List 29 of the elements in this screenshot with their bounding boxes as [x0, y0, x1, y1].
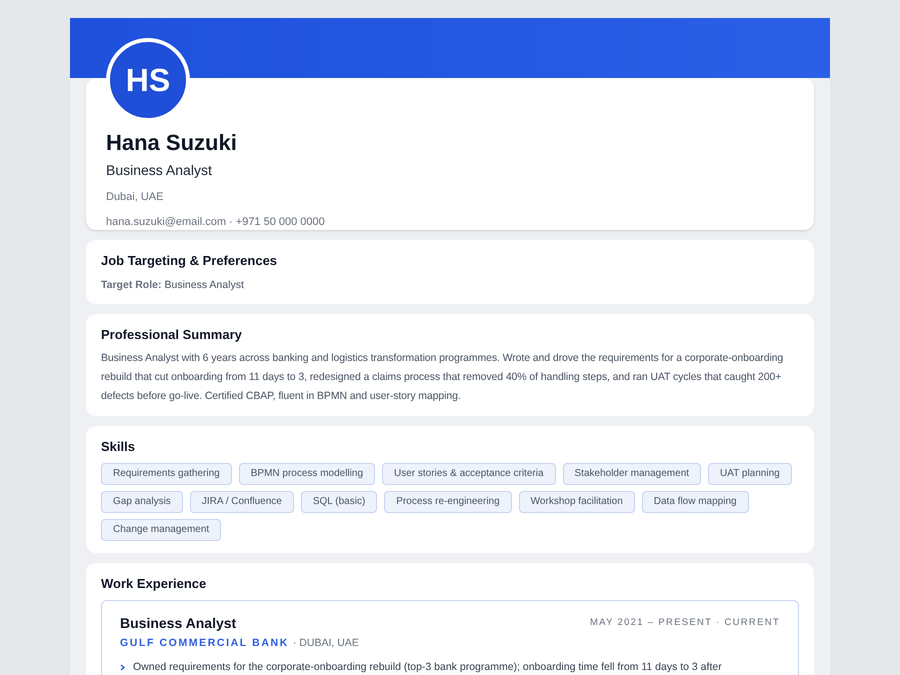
- headline: Business Analyst: [106, 161, 213, 180]
- job-role: Business Analyst: [120, 614, 236, 633]
- skill-tag: Process re-engineering: [384, 490, 512, 512]
- skill-tag: BPMN process modelling: [238, 462, 375, 484]
- section-title: Work Experience: [101, 575, 208, 593]
- location: Dubai, UAE: [106, 190, 164, 205]
- job-location: · DUBAI, UAE: [292, 636, 359, 650]
- contact-line: hana.suzuki@email.com · +971 50 000 0000: [106, 214, 326, 230]
- section-title: Skills: [101, 438, 136, 456]
- section-title: Job Targeting & Preferences: [101, 252, 278, 270]
- skill-tag: User stories & acceptance criteria: [382, 462, 556, 484]
- job-dates: MAY 2021 – PRESENT · CURRENT: [590, 616, 780, 630]
- skill-tag: Gap analysis: [101, 490, 183, 512]
- skill-tag: UAT planning: [708, 462, 792, 484]
- field-value: Business Analyst: [164, 278, 244, 292]
- section-title: Professional Summary: [101, 326, 243, 344]
- summary-paragraph: Business Analyst with 6 years across banking and logistics transformation programmes. Wrote and drove the requirements for a corporate-onboarding rebuild that cut onboarding from 11 days to 3, redesigned a claims process that removed 40% of handling steps, and ran UAT cycles that caught 200+ defects before go-live. Certified CBAP, fluent in BPMN and user-story mapping.: [101, 350, 784, 404]
- skill-tag: Requirements gathering: [101, 462, 232, 484]
- job-bullet: Owned requirements for the corporate-onboarding rebuild (top-3 bank programme); onboarding time fell from 11 days to 3 after: [133, 660, 722, 675]
- company-name: GULF COMMERCIAL BANK: [120, 636, 289, 650]
- skill-tag: Data flow mapping: [642, 490, 749, 512]
- skill-tag: JIRA / Confluence: [190, 490, 294, 512]
- skill-tag: SQL (basic): [300, 490, 378, 512]
- person-name: Hana Suzuki: [106, 130, 238, 156]
- chevron-icon: [120, 664, 125, 672]
- skill-tag: Stakeholder management: [562, 462, 702, 484]
- skill-tag: Workshop facilitation: [518, 490, 635, 512]
- skill-tag: Change management: [101, 518, 222, 540]
- field-label: Target Role:: [101, 278, 162, 292]
